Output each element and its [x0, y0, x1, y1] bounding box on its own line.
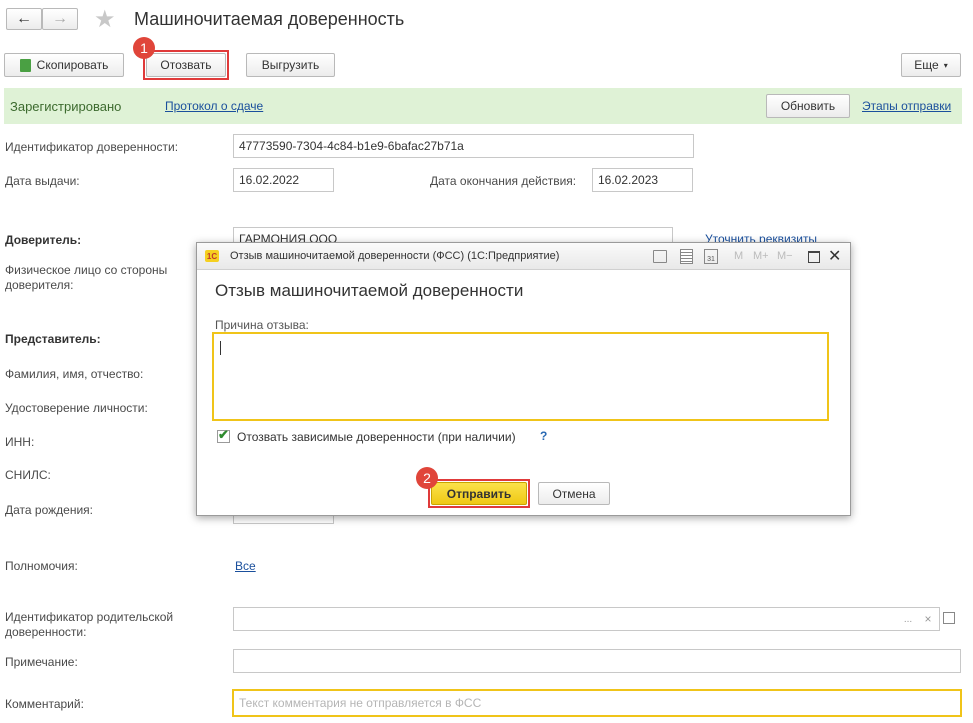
stages-link[interactable]: Этапы отправки [862, 99, 951, 113]
issue-date-field[interactable]: 16.02.2022 [233, 168, 334, 192]
send-highlight [428, 479, 530, 508]
cancel-button-label: Отмена [552, 486, 596, 501]
birth-date-label: Дата рождения: [5, 503, 93, 517]
more-button[interactable]: Еще ▾ [901, 53, 961, 77]
parent-id-choose-icon[interactable]: ... [898, 608, 918, 630]
dependent-checkbox[interactable]: ✔ [217, 427, 230, 443]
parent-id-clear-icon[interactable]: × [918, 608, 938, 630]
memory-plus-button[interactable]: M+ [753, 250, 769, 262]
expiry-date-field[interactable]: 16.02.2023 [592, 168, 693, 192]
memory-m-button[interactable]: M [734, 250, 743, 262]
checkmark-icon: ✔ [218, 427, 229, 442]
powers-label: Полномочия: [5, 559, 78, 573]
revoke-highlight [143, 50, 229, 80]
inn-label: ИНН: [5, 435, 35, 449]
refresh-button[interactable]: Обновить [766, 94, 850, 118]
note-field[interactable] [233, 649, 961, 673]
page-title: Машиночитаемая доверенность [134, 9, 405, 29]
refresh-button-label: Обновить [780, 99, 836, 113]
principal-person-label: Физическое лицо со стороны доверителя: [5, 263, 168, 292]
principal-label: Доверитель: [5, 233, 82, 247]
arrow-left-icon: ← [16, 10, 32, 27]
parent-id-label: Идентификатор родительской доверенности: [5, 610, 174, 639]
parent-id-open-icon[interactable] [943, 612, 955, 624]
copy-doc-icon [19, 58, 31, 72]
powers-link[interactable]: Все [235, 559, 256, 573]
protocol-link[interactable]: Протокол о сдаче [165, 99, 263, 113]
dialog-heading: Отзыв машиночитаемой доверенности [215, 281, 524, 300]
favorite-star-icon[interactable]: ★ [94, 5, 116, 34]
copy-button[interactable]: Скопировать [4, 53, 124, 77]
reason-textarea[interactable] [212, 332, 829, 421]
more-button-label: Еще [914, 58, 939, 72]
step-badge-2: 2 [416, 467, 438, 489]
parent-id-field[interactable] [233, 607, 940, 631]
id-field[interactable]: 47773590-7304-4c84-b1e9-6bafac27b71a [233, 134, 694, 158]
reason-label: Причина отзыва: [215, 318, 309, 332]
fio-label: Фамилия, имя, отчество: [5, 367, 144, 381]
calendar-icon[interactable]: 31 [704, 249, 718, 264]
comment-label: Комментарий: [5, 697, 84, 711]
help-icon[interactable]: ? [540, 429, 547, 443]
table-icon[interactable] [680, 249, 693, 264]
snils-label: СНИЛС: [5, 468, 51, 482]
export-button[interactable]: Выгрузить [246, 53, 335, 77]
dialog-window-title: Отзыв машиночитаемой доверенности (ФСС) … [230, 250, 560, 262]
export-button-label: Выгрузить [261, 58, 320, 72]
revoke-dialog: 1С Отзыв машиночитаемой доверенности (ФС… [196, 242, 851, 516]
text-cursor [220, 341, 221, 355]
cancel-button[interactable]: Отмена [538, 482, 610, 505]
close-icon[interactable]: ✕ [828, 246, 841, 266]
back-button[interactable]: ← [6, 8, 42, 30]
dropdown-arrow-icon: ▾ [943, 60, 948, 70]
issue-date-label: Дата выдачи: [5, 174, 80, 188]
id-label: Идентификатор доверенности: [5, 140, 179, 154]
copy-button-label: Скопировать [36, 58, 109, 72]
identity-doc-label: Удостоверение личности: [5, 401, 148, 415]
app-logo-icon: 1С [205, 250, 219, 262]
maximize-icon[interactable] [808, 251, 820, 263]
step-badge-1: 1 [133, 37, 155, 59]
status-text: Зарегистрировано [10, 99, 122, 114]
representative-label: Представитель: [5, 332, 101, 346]
expiry-date-label: Дата окончания действия: [430, 174, 577, 188]
comment-field[interactable]: Текст комментария не отправляется в ФСС [232, 689, 962, 717]
dependent-checkbox-label: Отозвать зависимые доверенности (при нал… [237, 430, 516, 444]
arrow-right-icon: → [52, 10, 68, 27]
note-label: Примечание: [5, 655, 78, 669]
print-icon[interactable] [653, 250, 667, 263]
memory-minus-button[interactable]: M− [777, 250, 793, 262]
forward-button[interactable]: → [42, 8, 78, 30]
